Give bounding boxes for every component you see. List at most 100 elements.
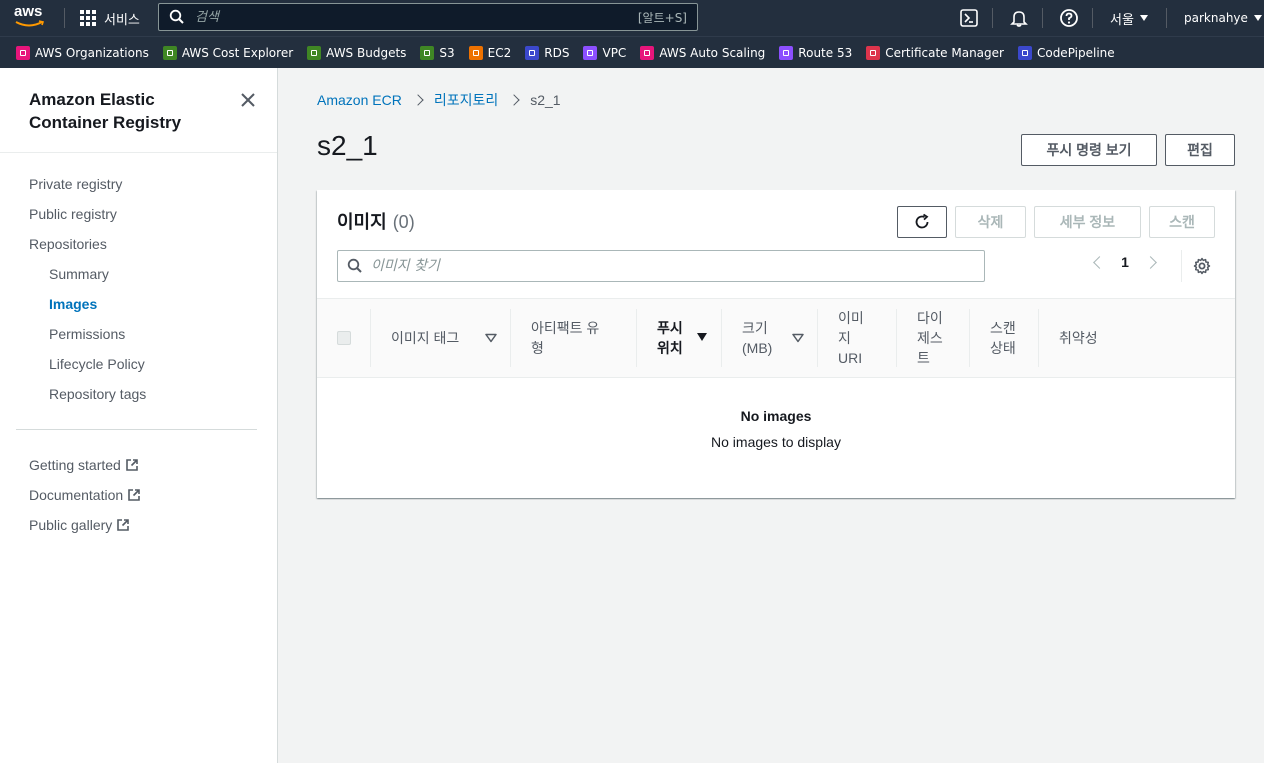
- images-panel-header: 이미지 (0): [337, 208, 415, 234]
- favorite-label: S3: [439, 45, 455, 60]
- breadcrumb-amazon-ecr[interactable]: Amazon ECR: [317, 92, 402, 108]
- global-search-input[interactable]: [195, 9, 615, 25]
- empty-state-title: No images: [740, 408, 812, 424]
- sidebar-link-label: Public gallery: [29, 517, 113, 533]
- favorite-item[interactable]: VPC: [583, 45, 627, 60]
- sidebar-item-public-registry[interactable]: Public registry: [29, 206, 117, 222]
- breadcrumb-chevron-icon: [508, 94, 520, 106]
- column-header-line: 형: [531, 340, 544, 356]
- close-icon[interactable]: [238, 90, 258, 110]
- favorite-item[interactable]: CodePipeline: [1017, 45, 1115, 60]
- account-username: parknahye: [1184, 11, 1248, 25]
- services-menu-button[interactable]: 서비스: [80, 0, 140, 36]
- column-header-image-tag[interactable]: 이미지 태그: [391, 299, 459, 377]
- services-label: 서비스: [104, 12, 140, 28]
- pagination-divider: [1181, 250, 1182, 282]
- sidebar-item-repository-tags[interactable]: Repository tags: [49, 386, 146, 402]
- scan-button[interactable]: 스캔: [1149, 206, 1215, 238]
- nav-divider: [1166, 8, 1167, 28]
- side-navigation: Amazon Elastic Container Registry Privat…: [0, 68, 278, 763]
- region-selector[interactable]: 서울: [1110, 0, 1148, 36]
- search-shortcut: [알트+S]: [637, 10, 687, 25]
- sidebar-item-repositories[interactable]: Repositories: [29, 236, 107, 252]
- image-filter-input[interactable]: [371, 258, 961, 274]
- external-link-icon: [128, 489, 140, 501]
- column-divider: [1038, 309, 1039, 367]
- favorite-item[interactable]: Certificate Manager: [866, 45, 1004, 60]
- column-divider: [817, 309, 818, 367]
- sidebar-item-summary[interactable]: Summary: [49, 266, 109, 282]
- aws-logo-text: aws: [14, 3, 43, 20]
- sidebar-link-public-gallery[interactable]: Public gallery: [29, 517, 130, 533]
- next-page-icon[interactable]: [1144, 255, 1157, 269]
- favorite-label: VPC: [602, 45, 627, 60]
- favorite-label: AWS Cost Explorer: [181, 45, 294, 60]
- details-button[interactable]: 세부 정보: [1034, 206, 1141, 238]
- aws-logo[interactable]: aws: [14, 3, 50, 31]
- sidebar-divider: [0, 152, 277, 153]
- images-panel: 이미지 (0) 삭제 세부 정보 스캔 1 이미지 태그: [317, 190, 1235, 498]
- current-page-number[interactable]: 1: [1118, 254, 1132, 270]
- delete-button[interactable]: 삭제: [955, 206, 1026, 238]
- empty-state-subtitle: No images to display: [711, 434, 841, 450]
- images-count: (0): [392, 212, 415, 232]
- column-header-line: 제스: [917, 330, 943, 346]
- favorite-item[interactable]: RDS: [525, 45, 569, 60]
- service-icon: [468, 45, 483, 60]
- favorite-label: AWS Organizations: [35, 45, 149, 60]
- breadcrumb-repositories[interactable]: 리포지토리: [434, 90, 498, 110]
- account-menu[interactable]: parknahye: [1184, 0, 1262, 36]
- favorite-item[interactable]: Route 53: [779, 45, 852, 60]
- nav-divider: [1042, 8, 1043, 28]
- previous-page-icon[interactable]: [1093, 255, 1106, 269]
- favorite-item[interactable]: AWS Organizations: [16, 45, 149, 60]
- column-header-line: 아티팩트 유: [531, 320, 600, 336]
- sidebar-link-documentation[interactable]: Documentation: [29, 487, 141, 503]
- sidebar-divider: [16, 429, 257, 430]
- view-push-commands-button[interactable]: 푸시 명령 보기: [1021, 134, 1157, 166]
- external-link-icon: [126, 459, 138, 471]
- sidebar-link-getting-started[interactable]: Getting started: [29, 457, 139, 473]
- column-header-image-uri[interactable]: 이미 지 URI: [838, 299, 864, 377]
- column-header-line: URI: [838, 350, 863, 366]
- column-divider: [636, 309, 637, 367]
- nav-divider: [1092, 8, 1093, 28]
- cloudshell-icon[interactable]: [959, 8, 979, 28]
- sidebar-item-private-registry[interactable]: Private registry: [29, 176, 122, 192]
- service-icon: [1017, 45, 1032, 60]
- refresh-button[interactable]: [897, 206, 947, 238]
- favorite-item[interactable]: AWS Budgets: [307, 45, 406, 60]
- column-header-vulnerabilities[interactable]: 취약성: [1059, 299, 1098, 377]
- service-icon: [16, 45, 30, 60]
- favorite-label: Certificate Manager: [885, 45, 1004, 60]
- sort-descending-icon[interactable]: [697, 333, 707, 341]
- favorite-item[interactable]: AWS Auto Scaling: [640, 45, 765, 60]
- column-header-digest[interactable]: 다이 제스 트: [917, 299, 943, 377]
- help-icon[interactable]: [1059, 8, 1079, 28]
- notifications-bell-icon[interactable]: [1009, 8, 1029, 28]
- column-header-pushed-at[interactable]: 푸시 위치: [657, 299, 683, 377]
- favorite-item[interactable]: EC2: [468, 45, 511, 60]
- service-icon: [525, 45, 540, 60]
- images-table-header: 이미지 태그 아티팩트 유 형 푸시 위치 크기 (MB) 이미 지 URI 다…: [317, 298, 1235, 378]
- sort-caret-icon[interactable]: [792, 333, 804, 343]
- column-header-scan-status[interactable]: 스캔 상태: [990, 299, 1016, 377]
- favorite-item[interactable]: AWS Cost Explorer: [162, 45, 294, 60]
- gear-icon[interactable]: [1193, 257, 1211, 275]
- edit-button[interactable]: 편집: [1165, 134, 1235, 166]
- aws-smile-icon: [15, 20, 45, 27]
- favorites-bar: AWS Organizations AWS Cost Explorer AWS Bu…: [0, 36, 1264, 68]
- sidebar-item-permissions[interactable]: Permissions: [49, 326, 125, 342]
- column-header-size[interactable]: 크기 (MB): [742, 299, 772, 377]
- global-search[interactable]: [알트+S]: [158, 3, 698, 31]
- select-all-checkbox[interactable]: [337, 331, 351, 345]
- favorite-item[interactable]: S3: [420, 45, 455, 60]
- image-filter[interactable]: [337, 250, 985, 282]
- caret-down-icon: [1253, 15, 1262, 21]
- top-navigation: aws 서비스 [알트+S] 서울: [0, 0, 1264, 36]
- sidebar-item-lifecycle-policy[interactable]: Lifecycle Policy: [49, 356, 145, 372]
- sort-caret-icon[interactable]: [485, 333, 497, 343]
- sidebar-item-images[interactable]: Images: [49, 296, 97, 312]
- column-header-artifact-type[interactable]: 아티팩트 유 형: [531, 299, 599, 377]
- nav-divider: [64, 8, 65, 28]
